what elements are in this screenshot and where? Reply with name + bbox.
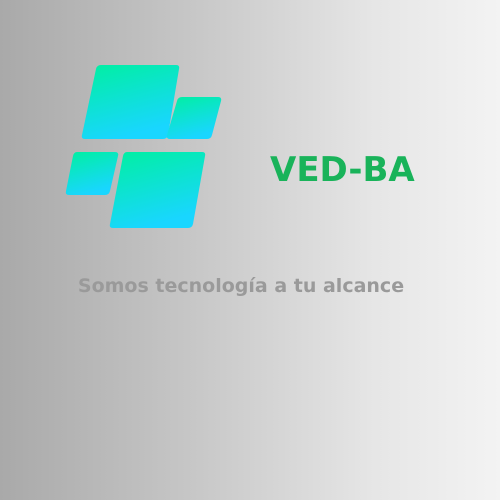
brand-name: VED-BA [270, 150, 415, 190]
tagline: Somos tecnología a tu alcance [77, 275, 405, 297]
background-canvas: VED-BA Somos tecnología a tu alcance [0, 0, 500, 500]
logo-panel-top-right [166, 97, 222, 139]
logo-panel-bottom-left [65, 152, 119, 195]
four-panel-logo-icon [65, 65, 222, 228]
logo-panel-top-left [81, 65, 180, 139]
logo-panel-bottom-right [109, 152, 206, 228]
